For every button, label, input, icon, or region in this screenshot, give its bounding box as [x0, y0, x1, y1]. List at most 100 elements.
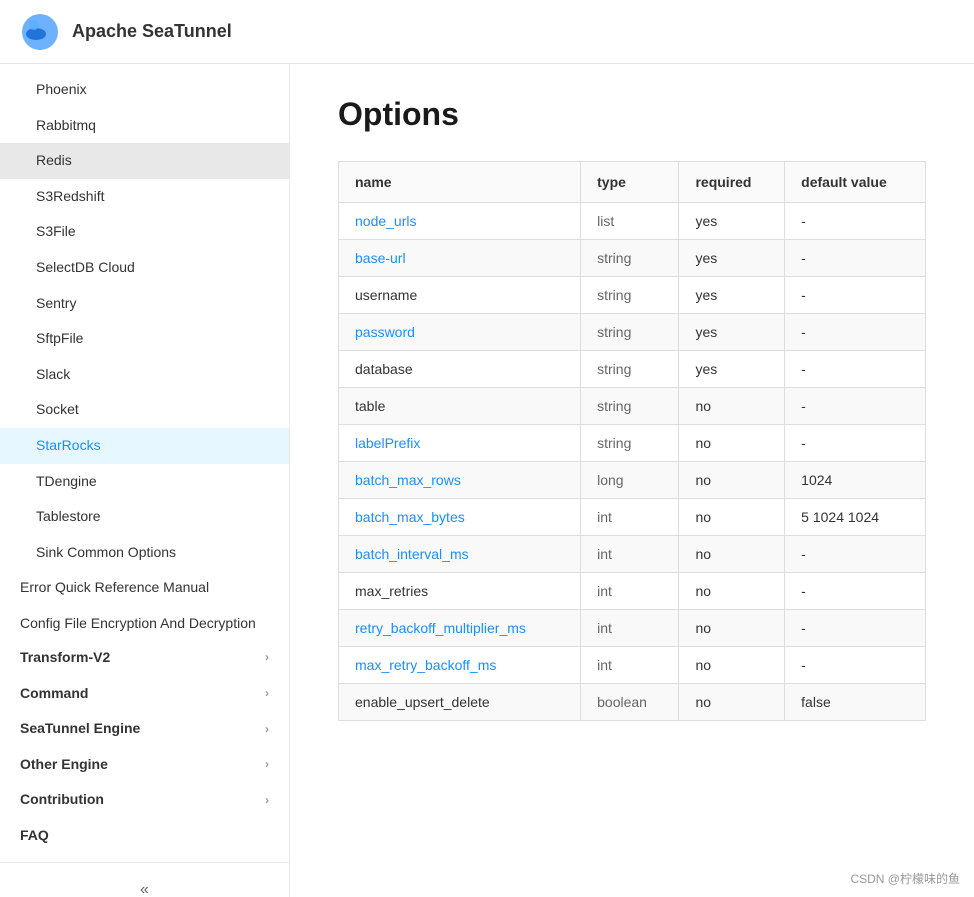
- option-link[interactable]: password: [355, 324, 415, 340]
- chevron-right-icon: ›: [265, 685, 269, 702]
- cell-name[interactable]: node_urls: [339, 203, 581, 240]
- sidebar-item-command[interactable]: Command ›: [0, 676, 289, 712]
- sidebar-item-errorquickreference[interactable]: Error Quick Reference Manual: [0, 570, 289, 606]
- cell-default: false: [785, 684, 926, 721]
- cell-required: yes: [679, 277, 785, 314]
- cell-required: no: [679, 610, 785, 647]
- sidebar-item-slack[interactable]: Slack: [0, 357, 289, 393]
- table-row: databasestringyes-: [339, 351, 926, 388]
- cell-default: -: [785, 203, 926, 240]
- table-row: labelPrefix stringno-: [339, 425, 926, 462]
- chevron-right-icon: ›: [265, 756, 269, 773]
- option-link[interactable]: node_urls: [355, 213, 417, 229]
- sidebar-item-phoenix[interactable]: Phoenix: [0, 72, 289, 108]
- cell-name: max_retries: [339, 573, 581, 610]
- cell-name[interactable]: labelPrefix: [339, 425, 581, 462]
- cell-default: -: [785, 351, 926, 388]
- sidebar-item-sinkcommonoptions[interactable]: Sink Common Options: [0, 535, 289, 571]
- sidebar-item-redis[interactable]: Redis: [0, 143, 289, 179]
- sidebar-item-rabbitmq[interactable]: Rabbitmq: [0, 108, 289, 144]
- sidebar-item-transformv2[interactable]: Transform-V2 ›: [0, 640, 289, 676]
- sidebar-item-s3redshift[interactable]: S3Redshift: [0, 179, 289, 215]
- table-row: max_retriesintno-: [339, 573, 926, 610]
- table-header-row: name type required default value: [339, 162, 926, 203]
- table-row: base-urlstringyes-: [339, 240, 926, 277]
- cell-type: string: [581, 240, 679, 277]
- cell-required: no: [679, 425, 785, 462]
- option-link[interactable]: retry_backoff_multiplier_ms: [355, 620, 526, 636]
- cell-name[interactable]: batch_max_rows: [339, 462, 581, 499]
- watermark: CSDN @柠檬味的鱼: [844, 868, 966, 889]
- option-link[interactable]: max_retry_backoff_ms: [355, 657, 496, 673]
- table-row: usernamestringyes-: [339, 277, 926, 314]
- sidebar-nav: Phoenix Rabbitmq Redis S3Redshift S3File…: [0, 64, 289, 862]
- cell-required: no: [679, 536, 785, 573]
- cell-default: 5 1024 1024: [785, 499, 926, 536]
- cell-default: -: [785, 610, 926, 647]
- sidebar-item-tdengine[interactable]: TDengine: [0, 464, 289, 500]
- sidebar-item-otherengine[interactable]: Other Engine ›: [0, 747, 289, 783]
- sidebar-collapse-button[interactable]: «: [120, 875, 169, 897]
- cell-type: string: [581, 277, 679, 314]
- cell-required: no: [679, 388, 785, 425]
- app-logo: [20, 12, 60, 52]
- cell-name[interactable]: max_retry_backoff_ms: [339, 647, 581, 684]
- cell-type: long: [581, 462, 679, 499]
- sidebar-item-sftpfile[interactable]: SftpFile: [0, 321, 289, 357]
- cell-required: yes: [679, 351, 785, 388]
- chevron-right-icon: ›: [265, 649, 269, 666]
- option-link[interactable]: batch_max_rows: [355, 472, 461, 488]
- table-row: batch_max_bytesintno5 1024 1024: [339, 499, 926, 536]
- col-header-required: required: [679, 162, 785, 203]
- table-row: batch_max_rowslongno1024: [339, 462, 926, 499]
- cell-type: boolean: [581, 684, 679, 721]
- sidebar-footer: «: [0, 862, 289, 897]
- cell-type: string: [581, 351, 679, 388]
- table-row: enable_upsert_deletebooleannofalse: [339, 684, 926, 721]
- cell-name[interactable]: password: [339, 314, 581, 351]
- option-link[interactable]: batch_interval_ms: [355, 546, 469, 562]
- cell-name[interactable]: batch_max_bytes: [339, 499, 581, 536]
- cell-type: int: [581, 536, 679, 573]
- cell-required: no: [679, 647, 785, 684]
- option-link[interactable]: labelPrefix: [355, 435, 420, 451]
- sidebar-item-seatunnelengine[interactable]: SeaTunnel Engine ›: [0, 711, 289, 747]
- cell-default: -: [785, 536, 926, 573]
- layout: Phoenix Rabbitmq Redis S3Redshift S3File…: [0, 64, 974, 897]
- sidebar-item-contribution[interactable]: Contribution ›: [0, 782, 289, 818]
- cell-default: 1024: [785, 462, 926, 499]
- sidebar-item-s3file[interactable]: S3File: [0, 214, 289, 250]
- sidebar-item-faq[interactable]: FAQ: [0, 818, 289, 854]
- cell-name[interactable]: base-url: [339, 240, 581, 277]
- cell-default: -: [785, 425, 926, 462]
- chevron-right-icon: ›: [265, 721, 269, 738]
- cell-name[interactable]: batch_interval_ms: [339, 536, 581, 573]
- cell-type: list: [581, 203, 679, 240]
- cell-type: int: [581, 573, 679, 610]
- cell-required: yes: [679, 314, 785, 351]
- cell-type: string: [581, 388, 679, 425]
- cell-required: yes: [679, 203, 785, 240]
- chevron-right-icon: ›: [265, 792, 269, 809]
- sidebar-item-tablestore[interactable]: Tablestore: [0, 499, 289, 535]
- sidebar-item-selectdbcloud[interactable]: SelectDB Cloud: [0, 250, 289, 286]
- sidebar-item-starrocks[interactable]: StarRocks: [0, 428, 289, 464]
- cell-default: -: [785, 388, 926, 425]
- sidebar-item-configfileencryption[interactable]: Config File Encryption And Decryption: [0, 606, 289, 640]
- table-row: retry_backoff_multiplier_msintno-: [339, 610, 926, 647]
- col-header-type: type: [581, 162, 679, 203]
- header: Apache SeaTunnel: [0, 0, 974, 64]
- cell-name: table: [339, 388, 581, 425]
- cell-type: string: [581, 425, 679, 462]
- option-link[interactable]: base-url: [355, 250, 406, 266]
- cell-required: yes: [679, 240, 785, 277]
- table-row: batch_interval_ms intno-: [339, 536, 926, 573]
- sidebar-item-socket[interactable]: Socket: [0, 392, 289, 428]
- table-row: node_urls listyes-: [339, 203, 926, 240]
- option-link[interactable]: batch_max_bytes: [355, 509, 465, 525]
- sidebar-item-sentry[interactable]: Sentry: [0, 286, 289, 322]
- cell-type: int: [581, 647, 679, 684]
- cell-required: no: [679, 684, 785, 721]
- cell-default: -: [785, 573, 926, 610]
- cell-name[interactable]: retry_backoff_multiplier_ms: [339, 610, 581, 647]
